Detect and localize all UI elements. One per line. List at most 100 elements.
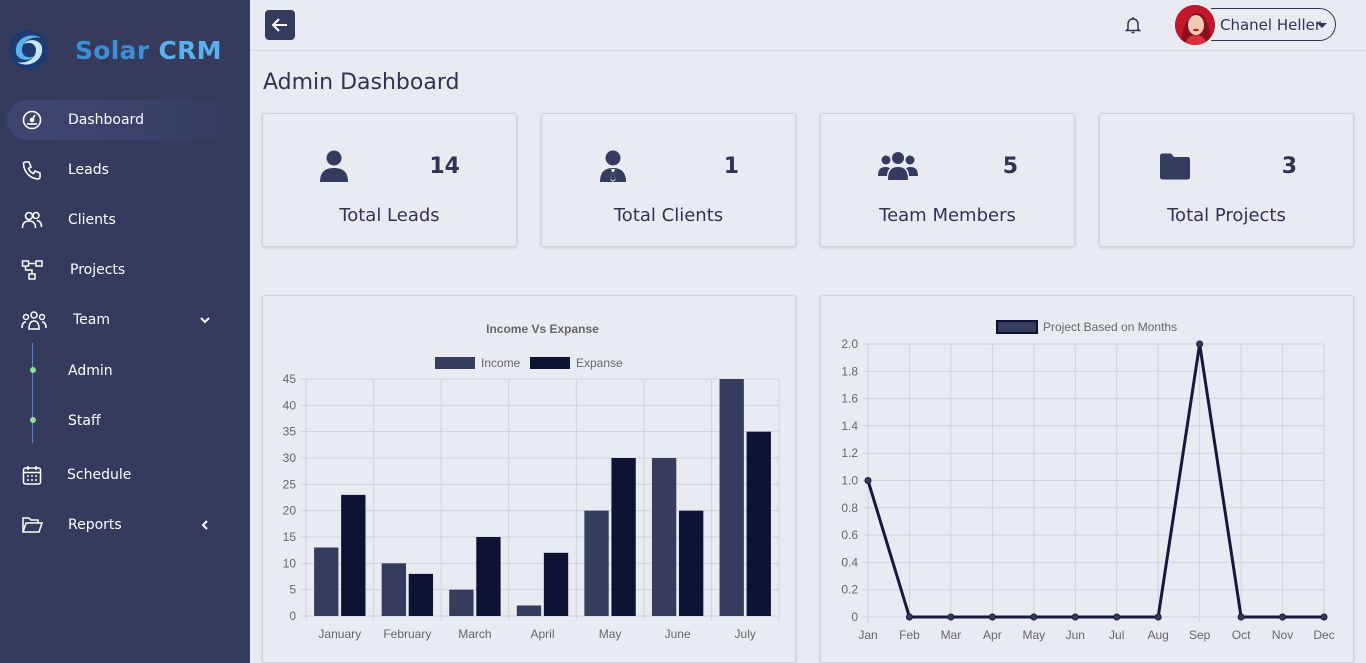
data-point <box>1154 613 1162 621</box>
sitemap-icon <box>21 260 43 280</box>
stat-label: Total Projects <box>1167 205 1286 226</box>
stat-value: 5 <box>1002 154 1018 179</box>
y-tick-label: 0.6 <box>841 528 858 542</box>
bar-income <box>449 589 474 616</box>
legend-swatch <box>530 357 570 369</box>
bar-expanse <box>543 552 569 616</box>
sidebar-item-dashboard[interactable]: Dashboard <box>7 100 243 140</box>
users-icon <box>21 211 43 229</box>
sidebar-item-leads[interactable]: Leads <box>7 150 243 190</box>
bar-income <box>651 458 677 616</box>
data-point <box>1196 340 1204 348</box>
folder-icon <box>1160 153 1190 180</box>
bar-expanse <box>678 510 704 616</box>
y-tick-label: 0.4 <box>841 555 858 569</box>
y-tick-label: 1.0 <box>841 474 858 488</box>
x-tick-label: Feb <box>899 628 920 642</box>
x-tick-label: Jul <box>1109 628 1124 642</box>
phone-icon <box>22 161 41 180</box>
y-tick-label: 0.2 <box>841 583 858 597</box>
data-point <box>1030 613 1038 621</box>
y-tick-label: 2.0 <box>841 337 858 351</box>
stat-card-total-projects[interactable]: 3 Total Projects <box>1099 113 1354 247</box>
sidebar-item-label: Schedule <box>67 467 132 483</box>
bell-icon[interactable] <box>1123 15 1143 35</box>
bar-income <box>381 563 407 616</box>
sidebar-item-projects[interactable]: Projects <box>7 250 243 290</box>
y-tick-label: 0.8 <box>841 501 858 515</box>
x-tick-label: May <box>599 627 622 641</box>
bullet-dot <box>30 417 36 423</box>
stat-card-team-members[interactable]: 5 Team Members <box>820 113 1075 247</box>
data-point <box>1113 613 1121 621</box>
chart-title: Income Vs Expanse <box>486 322 599 336</box>
x-tick-label: July <box>735 627 756 641</box>
legend-label: Income <box>481 356 521 370</box>
sidebar-item-team[interactable]: Team <box>7 300 243 340</box>
stat-value: 1 <box>723 154 739 179</box>
bar-income <box>516 605 542 616</box>
x-tick-label: January <box>318 627 361 641</box>
y-tick-label: 40 <box>283 398 297 412</box>
sidebar-item-label: Team <box>73 312 111 328</box>
data-point <box>905 613 913 621</box>
bar-expanse <box>746 431 771 616</box>
stat-value: 3 <box>1281 154 1297 179</box>
x-tick-label: Aug <box>1148 628 1169 642</box>
stat-value: 14 <box>429 154 460 179</box>
legend-label: Project Based on Months <box>1043 320 1177 334</box>
legend-swatch <box>996 320 1038 334</box>
calendar-icon <box>22 466 42 485</box>
data-point <box>1237 613 1245 621</box>
y-tick-label: 5 <box>289 583 296 597</box>
x-tick-label: Sep <box>1189 628 1211 642</box>
folder-open-icon <box>21 517 43 533</box>
chevron-left-icon <box>201 520 208 530</box>
user-name: Chanel Heller <box>1220 15 1322 34</box>
data-point <box>988 613 996 621</box>
bar-expanse <box>341 494 366 616</box>
y-tick-label: 15 <box>283 530 297 544</box>
team-icon <box>21 311 47 330</box>
brand-part-2: CRM <box>158 35 222 65</box>
user-icon <box>320 150 348 182</box>
sidebar-subitem-admin[interactable]: Admin <box>30 356 230 386</box>
bar-expanse <box>611 458 636 616</box>
caret-down-icon <box>1317 23 1327 28</box>
user-dropdown[interactable]: Chanel Heller <box>1211 8 1336 41</box>
y-tick-label: 1.4 <box>841 419 858 433</box>
stat-label: Team Members <box>879 205 1016 226</box>
x-tick-label: April <box>530 627 554 641</box>
sidebar-subitem-label: Staff <box>68 413 101 429</box>
sidebar-item-label: Clients <box>68 212 116 228</box>
y-tick-label: 1.8 <box>841 364 858 378</box>
sidebar-item-schedule[interactable]: Schedule <box>7 455 243 495</box>
data-point <box>1279 613 1287 621</box>
x-tick-label: February <box>383 627 431 641</box>
x-tick-label: June <box>665 627 691 641</box>
x-tick-label: Nov <box>1272 628 1293 642</box>
bullet-dot <box>30 367 36 373</box>
projects-by-month-chart-panel: Project Based on Months 0 0.2 0.4 0.6 0.8 1.0 1… <box>820 295 1354 663</box>
brand[interactable]: Solar CRM <box>8 28 222 72</box>
stat-card-total-leads[interactable]: 14 Total Leads <box>262 113 517 247</box>
projects-by-month-chart: Project Based on Months 0 0.2 0.4 0.6 0.8 1.0 1… <box>841 320 1335 642</box>
legend-swatch <box>435 357 475 369</box>
stat-card-total-clients[interactable]: 1 Total Clients <box>541 113 796 247</box>
bar-income <box>584 510 609 616</box>
bar-income <box>314 547 339 616</box>
bar-expanse <box>408 573 434 616</box>
y-tick-label: 10 <box>283 556 297 570</box>
y-tick-label: 45 <box>283 372 297 386</box>
data-point <box>1071 613 1079 621</box>
topbar: Chanel Heller <box>250 0 1366 51</box>
back-button[interactable] <box>265 10 295 40</box>
avatar[interactable] <box>1175 5 1215 45</box>
dashboard-gauge-icon <box>22 110 42 130</box>
x-tick-label: Oct <box>1232 628 1251 642</box>
page-title: Admin Dashboard <box>263 70 460 95</box>
sidebar-item-reports[interactable]: Reports <box>7 505 243 545</box>
sidebar-item-clients[interactable]: Clients <box>7 200 243 240</box>
y-tick-label: 30 <box>283 451 297 465</box>
sidebar-subitem-staff[interactable]: Staff <box>30 406 230 436</box>
